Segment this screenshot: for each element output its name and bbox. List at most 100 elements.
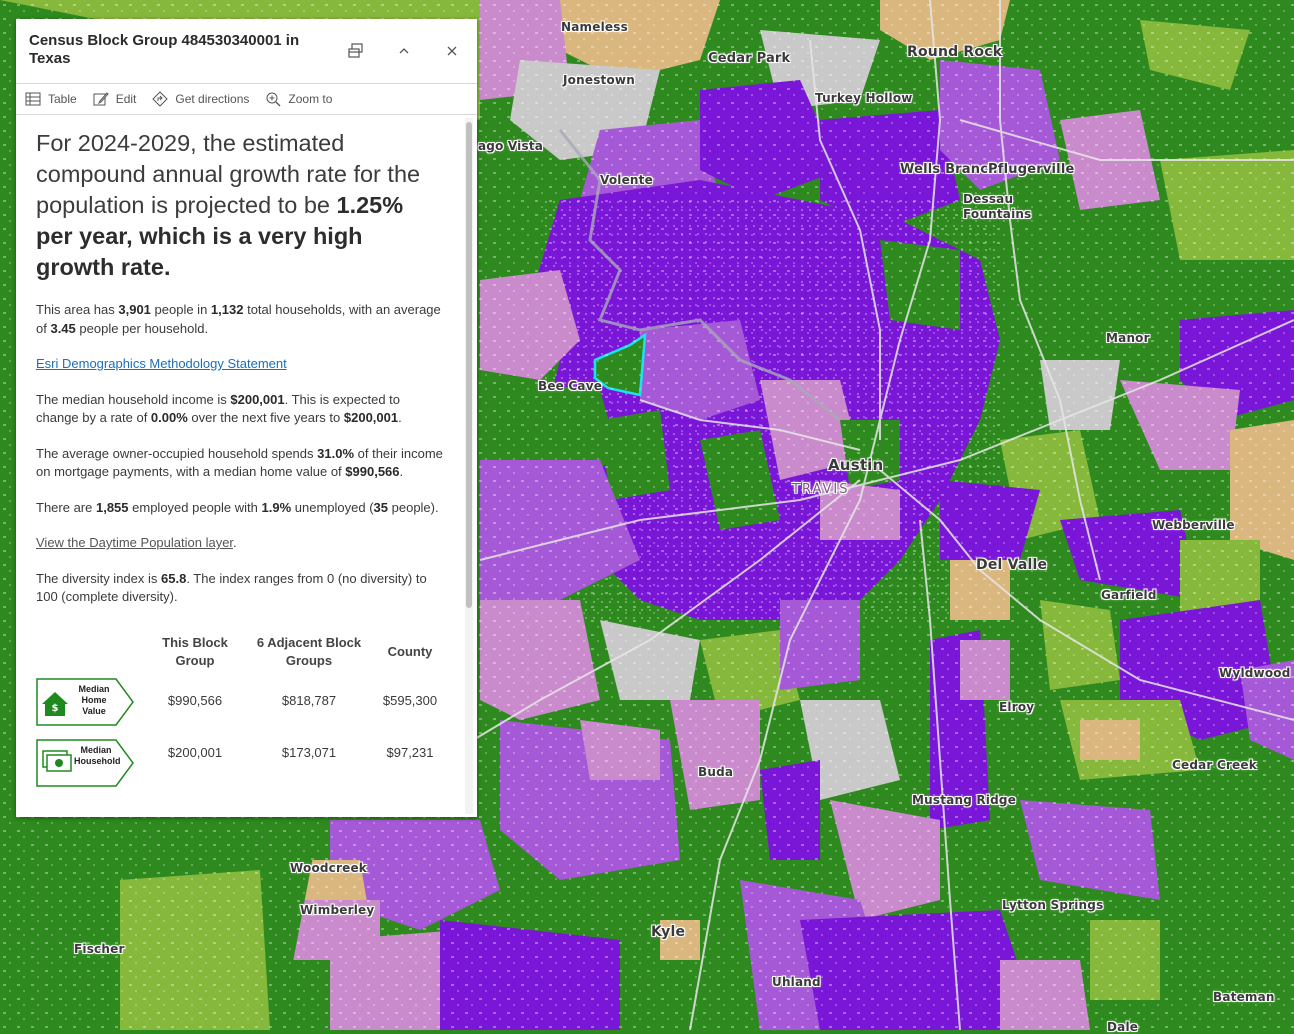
- text: .: [398, 410, 402, 425]
- zoom-to-action[interactable]: Zoom to: [265, 91, 332, 107]
- table-icon: [25, 92, 41, 106]
- place-label-lytton-springs: Lytton Springs: [1002, 898, 1104, 912]
- text: .: [233, 535, 237, 550]
- place-label-fountains: Fountains: [963, 207, 1032, 221]
- row-label-cell: Median Household: [36, 731, 146, 793]
- place-label-bateman: Bateman: [1213, 990, 1275, 1004]
- text: This area has: [36, 302, 119, 317]
- place-label-jonestown: Jonestown: [563, 73, 635, 87]
- text: people in: [150, 302, 211, 317]
- chevron-up-icon: [399, 48, 409, 54]
- action-bar: Table Edit Get directions Zoom to: [16, 84, 477, 115]
- header-blank: [36, 633, 146, 671]
- popup-title: Census Block Group 484530340001 in Texas: [29, 32, 300, 67]
- popup-header: Census Block Group 484530340001 in Texas: [16, 19, 477, 84]
- methodology-link[interactable]: Esri Demographics Methodology Statement: [36, 356, 287, 371]
- place-label-wyldwood: Wyldwood: [1219, 666, 1291, 680]
- directions-action[interactable]: Get directions: [152, 91, 249, 107]
- cell-adjacent: $173,071: [281, 744, 337, 760]
- cell-county: $97,231: [386, 744, 434, 760]
- place-label-pflugerville: Pflugerville: [988, 162, 1075, 177]
- place-label-fischer: Fischer: [74, 942, 125, 956]
- table-header-row: This Block Group 6 Adjacent Block Groups…: [36, 633, 446, 671]
- income-change-rate: 0.00%: [150, 410, 188, 425]
- home-value: $990,566: [345, 464, 400, 479]
- income-value: $200,001: [230, 391, 285, 407]
- place-label-garfield: Garfield: [1101, 588, 1157, 602]
- header-this-block-group: This Block Group: [162, 634, 228, 668]
- daytime-row: View the Daytime Population layer.: [36, 534, 446, 553]
- edit-action-label: Edit: [115, 92, 137, 106]
- place-label-cedar-park: Cedar Park: [708, 51, 791, 66]
- place-label-woodcreek: Woodcreek: [290, 861, 367, 875]
- diversity-paragraph: The diversity index is 65.8. The index r…: [36, 570, 446, 607]
- future-income-value: $200,001: [343, 410, 399, 425]
- population-value: 3,901: [118, 302, 151, 317]
- place-label-wimberley: Wimberley: [300, 903, 375, 917]
- place-label-dessau: Dessau: [963, 192, 1014, 206]
- text: people).: [388, 499, 439, 515]
- table-row: Median Household $200,001 $173,071 $97,2…: [36, 731, 446, 793]
- text: employed people with: [128, 499, 262, 515]
- directions-icon: [152, 91, 169, 107]
- place-label-buda: Buda: [698, 765, 734, 779]
- collapse-button[interactable]: [394, 41, 414, 61]
- cell-county: $595,300: [382, 693, 438, 708]
- growth-summary: For 2024-2029, the estimated compound an…: [36, 128, 446, 283]
- badge-line: Home: [81, 694, 107, 705]
- place-label-dale: Dale: [1107, 1020, 1139, 1034]
- households-value: 1,132: [210, 302, 244, 317]
- feature-popup: Census Block Group 484530340001 in Texas…: [16, 19, 477, 817]
- badge-line: Median: [78, 683, 110, 694]
- place-label-uhland: Uhland: [772, 975, 821, 989]
- text: The diversity index is: [36, 570, 161, 586]
- place-label-bee-cave: Bee Cave: [538, 379, 603, 393]
- close-icon: [447, 46, 457, 56]
- place-label-manor: Manor: [1106, 331, 1150, 345]
- text: The average owner-occupied household spe…: [36, 445, 318, 461]
- text: people per household.: [75, 320, 209, 336]
- place-label-turkey-hollow: Turkey Hollow: [815, 91, 913, 105]
- popup-content: For 2024-2029, the estimated compound an…: [16, 115, 461, 817]
- daytime-population-link[interactable]: View the Daytime Population layer: [36, 535, 233, 550]
- place-label-ago-vista: ago Vista: [478, 139, 544, 153]
- header-adjacent-block-groups: 6 Adjacent Block Groups: [256, 634, 362, 668]
- zoom-action-label: Zoom to: [288, 92, 333, 106]
- median-income-badge: Median Household: [36, 738, 134, 787]
- methodology-row: Esri Demographics Methodology Statement: [36, 355, 446, 374]
- badge-text: Median Home Value: [76, 684, 112, 717]
- cell-adjacent: $818,787: [281, 693, 337, 708]
- employment-paragraph: There are 1,855 employed people with 1.9…: [36, 499, 446, 518]
- median-home-value-badge: $ Median Home Value: [36, 677, 134, 726]
- popup-scrollbar[interactable]: [465, 118, 473, 814]
- comparison-table: This Block Group 6 Adjacent Block Groups…: [36, 633, 446, 793]
- employed-value: 1,855: [95, 499, 129, 515]
- text: unemployed (: [291, 499, 374, 515]
- svg-text:$: $: [52, 703, 59, 714]
- income-paragraph: The median household income is $200,001.…: [36, 391, 446, 428]
- table-action-label: Table: [48, 92, 77, 106]
- place-label-wells-branch: Wells Branch: [900, 162, 998, 177]
- text: over the next five years to: [187, 410, 344, 425]
- population-paragraph: This area has 3,901 people in 1,132 tota…: [36, 301, 446, 338]
- cell-this-block-group: $200,001: [167, 744, 223, 760]
- mortgage-pct: 31.0%: [317, 445, 355, 461]
- directions-action-label: Get directions: [175, 92, 250, 106]
- diversity-index-value: 65.8: [161, 570, 187, 586]
- badge-line: Median: [80, 744, 112, 755]
- text: There are: [36, 499, 96, 515]
- cell-this-block-group: $990,566: [167, 693, 223, 708]
- scrollbar-thumb[interactable]: [466, 122, 472, 608]
- table-row: $ Median Home Value $990,566 $818,787 $5…: [36, 671, 446, 731]
- place-label-webberville: Webberville: [1152, 518, 1235, 532]
- place-label-volente: Volente: [600, 173, 653, 187]
- table-action[interactable]: Table: [25, 92, 77, 106]
- badge-line: Value: [82, 705, 106, 716]
- close-button[interactable]: [442, 41, 462, 61]
- unemployment-rate: 1.9%: [261, 499, 292, 515]
- place-label-del-valle: Del Valle: [976, 557, 1048, 573]
- dock-button[interactable]: [346, 41, 366, 61]
- unemployed-count: 35: [373, 499, 389, 515]
- place-label-kyle: Kyle: [651, 924, 686, 940]
- edit-action[interactable]: Edit: [93, 91, 137, 107]
